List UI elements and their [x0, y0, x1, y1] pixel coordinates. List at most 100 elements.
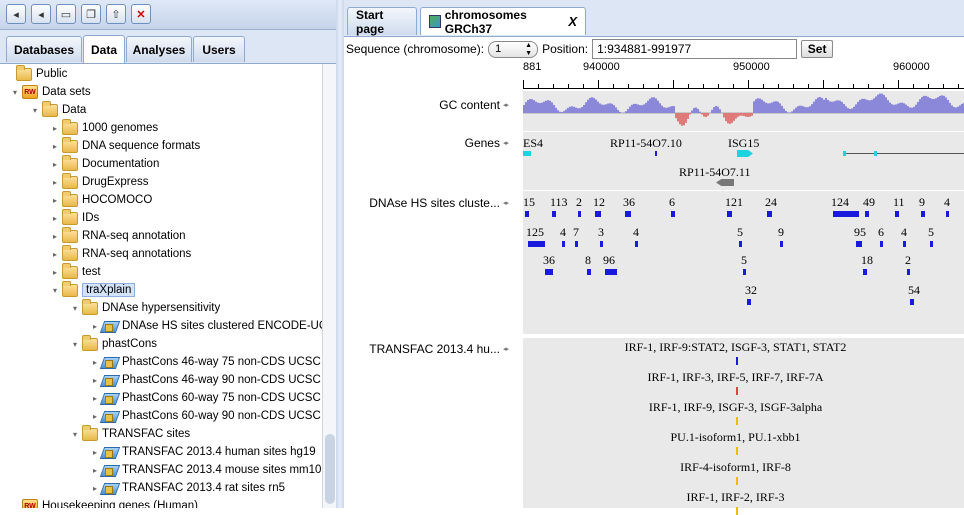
chevron-right-icon[interactable]: ▸	[90, 448, 100, 457]
dnase-site[interactable]	[528, 241, 545, 247]
copy-icon[interactable]: ❐	[81, 4, 101, 24]
tree-node[interactable]: ▾Data	[30, 101, 86, 119]
dnase-site[interactable]	[863, 269, 867, 275]
dnase-site[interactable]	[552, 211, 556, 217]
transfac-site-label[interactable]: IRF-1, IRF-9, ISGF-3, ISGF-3alpha	[515, 400, 956, 415]
track-label-dnase[interactable]: DNAse HS sites cluste...◂▸	[369, 196, 508, 210]
dnase-site[interactable]	[767, 211, 772, 217]
tree-node[interactable]: ▸DNA sequence formats	[50, 137, 200, 155]
chevron-down-icon[interactable]: ▾	[70, 430, 80, 439]
tree-node[interactable]: ▾TRANSFAC sites	[70, 425, 190, 443]
chevron-right-icon[interactable]: ▸	[90, 394, 100, 403]
chevron-right-icon[interactable]: ▸	[50, 232, 60, 241]
transfac-site-label[interactable]: IRF-1, IRF-3, IRF-5, IRF-7, IRF-7A	[515, 370, 956, 385]
tab-users[interactable]: Users	[193, 36, 245, 62]
dnase-site[interactable]	[727, 211, 732, 217]
tab-analyses[interactable]: Analyses	[126, 36, 192, 62]
chevron-right-icon[interactable]: ▸	[50, 250, 60, 259]
tree-node[interactable]: ▸1000 genomes	[50, 119, 158, 137]
tree-node[interactable]: ▸test	[50, 263, 101, 281]
dnase-site[interactable]	[895, 211, 899, 217]
dnase-site[interactable]	[833, 211, 859, 217]
dnase-site[interactable]	[903, 241, 906, 247]
track-label-gc[interactable]: GC content◂▸	[439, 98, 508, 112]
dnase-site[interactable]	[910, 299, 914, 305]
chevron-right-icon[interactable]: ▸	[50, 160, 60, 169]
transfac-site-label[interactable]: PU.1-isoform1, PU.1-xbb1	[515, 430, 956, 445]
chevron-down-icon[interactable]: ▾	[10, 88, 20, 97]
dnase-site[interactable]	[605, 269, 617, 275]
chevron-right-icon[interactable]: ▸	[90, 358, 100, 367]
transfac-site-label[interactable]: IRF-1, IRF-9:STAT2, ISGF-3, STAT1, STAT2	[515, 340, 956, 355]
dnase-site[interactable]	[921, 211, 925, 217]
chevron-down-icon[interactable]: ▾	[70, 304, 80, 313]
delete-icon[interactable]: ✕	[131, 4, 151, 24]
tree-node[interactable]: ▸HOCOMOCO	[50, 191, 152, 209]
tab-databases[interactable]: Databases	[6, 36, 82, 62]
track-label-transfac[interactable]: TRANSFAC 2013.4 hu...◂▸	[369, 342, 508, 356]
chevron-right-icon[interactable]: ▸	[90, 466, 100, 475]
chevron-right-icon[interactable]: ▸	[90, 322, 100, 331]
gene-feature[interactable]	[874, 151, 877, 156]
gene-label[interactable]: RP11-54O7.11	[679, 165, 750, 180]
chevron-right-icon[interactable]: ▸	[50, 268, 60, 277]
folder-back-icon[interactable]: ◂	[6, 4, 26, 24]
pane-splitter[interactable]	[336, 0, 344, 508]
gene-feature[interactable]	[716, 179, 734, 186]
dnase-site[interactable]	[856, 241, 862, 247]
track-expand-icon[interactable]: ◂▸	[503, 199, 508, 207]
chevron-right-icon[interactable]: ▸	[90, 412, 100, 421]
dnase-site[interactable]	[525, 211, 529, 217]
gene-feature[interactable]	[523, 151, 531, 156]
folder-back2-icon[interactable]: ◂	[31, 4, 51, 24]
chevron-right-icon[interactable]: ▸	[90, 376, 100, 385]
dnase-site[interactable]	[671, 211, 675, 217]
scrollbar-thumb[interactable]	[325, 434, 335, 504]
transfac-site-marker[interactable]	[736, 387, 738, 395]
chevron-down-icon[interactable]: ▾	[70, 340, 80, 349]
gene-feature[interactable]	[843, 151, 846, 156]
chevron-down-icon[interactable]: ▾	[50, 286, 60, 295]
track-expand-icon[interactable]: ◂▸	[503, 101, 508, 109]
dnase-site[interactable]	[625, 211, 631, 217]
tree-node[interactable]: ▸PhastCons 60-way 90 non-CDS UCSC n	[90, 407, 322, 425]
chevron-right-icon[interactable]: ▸	[90, 484, 100, 493]
tree-node[interactable]: ▾DNAse hypersensitivity	[70, 299, 220, 317]
tree-node[interactable]: ▸IDs	[50, 209, 99, 227]
close-tab-icon[interactable]: X	[568, 14, 577, 29]
tree-node[interactable]: ▾traXplain	[50, 281, 135, 299]
track-expand-icon[interactable]: ◂▸	[503, 139, 508, 147]
set-button[interactable]: Set	[801, 40, 833, 58]
gene-label[interactable]: RP11-54O7.10	[610, 136, 682, 151]
tree-node[interactable]: Public	[4, 65, 67, 83]
chevron-right-icon[interactable]: ▸	[50, 142, 60, 151]
dnase-site[interactable]	[743, 269, 746, 275]
tree-node[interactable]: ▸PhastCons 60-way 75 non-CDS UCSC n	[90, 389, 322, 407]
dnase-site[interactable]	[562, 241, 565, 247]
transfac-site-marker[interactable]	[736, 447, 738, 455]
tab-start-page[interactable]: Start page	[347, 7, 417, 35]
tree-node[interactable]: ▸TRANSFAC 2013.4 rat sites rn5	[90, 479, 285, 497]
tree-node[interactable]: ▾RWData sets	[10, 83, 91, 101]
dnase-site[interactable]	[600, 241, 603, 247]
track-expand-icon[interactable]: ◂▸	[503, 345, 508, 353]
dnase-site[interactable]	[865, 211, 869, 217]
dnase-site[interactable]	[545, 269, 553, 275]
dnase-site[interactable]	[880, 241, 883, 247]
dnase-site[interactable]	[907, 269, 910, 275]
chevron-down-icon[interactable]: ▾	[30, 106, 40, 115]
tab-data[interactable]: Data	[83, 35, 125, 63]
dnase-site[interactable]	[930, 241, 933, 247]
tree-node[interactable]: ▸DNAse HS sites clustered ENCODE-UC	[90, 317, 322, 335]
chevron-right-icon[interactable]: ▸	[50, 124, 60, 133]
chevron-right-icon[interactable]: ▸	[50, 214, 60, 223]
tree-node[interactable]: ▸Documentation	[50, 155, 159, 173]
chevron-right-icon[interactable]: ▸	[50, 178, 60, 187]
dnase-site[interactable]	[739, 241, 742, 247]
dnase-site[interactable]	[575, 241, 578, 247]
tree-scrollbar[interactable]	[322, 64, 336, 508]
chevron-right-icon[interactable]: ▸	[50, 196, 60, 205]
transfac-site-marker[interactable]	[736, 477, 738, 485]
dnase-site[interactable]	[635, 241, 638, 247]
tree-node[interactable]: ▾phastCons	[70, 335, 157, 353]
